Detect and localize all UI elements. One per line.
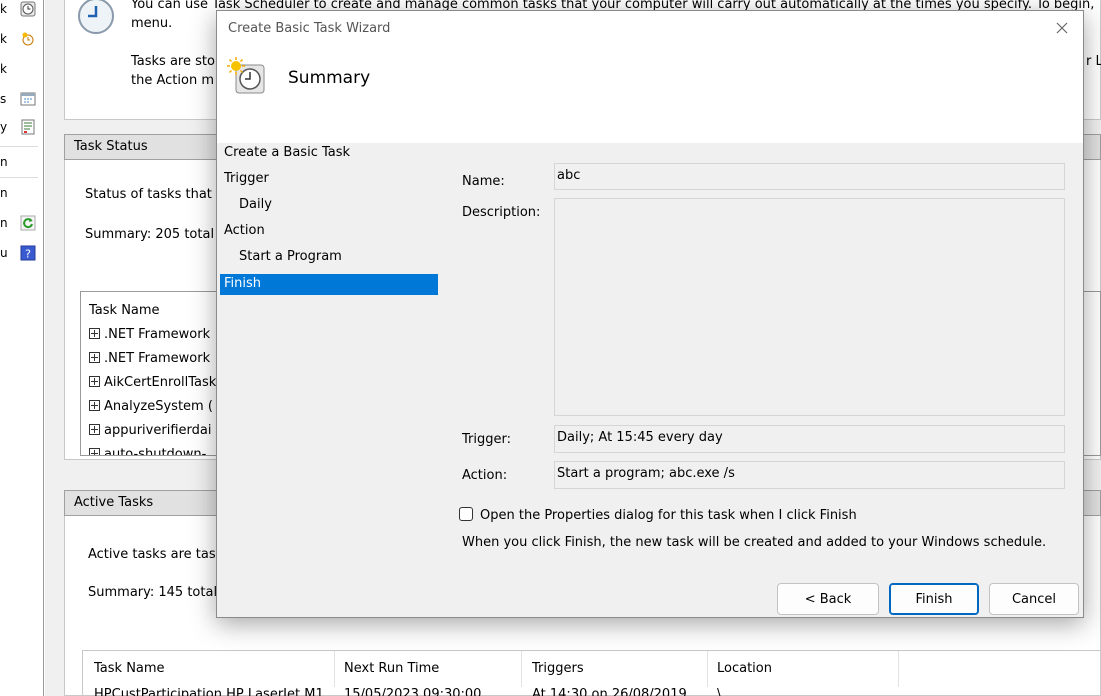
clock-sun-icon	[22, 32, 34, 46]
overview-text-line3: Tasks are stor	[131, 54, 221, 69]
action-item-1[interactable]: k	[0, 0, 44, 20]
action-item-7[interactable]: n	[0, 184, 44, 204]
task-list-header[interactable]: Task Name	[89, 303, 160, 318]
trigger-field: Daily; At 15:45 every day	[554, 425, 1065, 453]
description-field[interactable]	[554, 198, 1065, 416]
divider	[0, 146, 38, 147]
active-tasks-grid[interactable]: Task Name Next Run Time Triggers Locatio…	[82, 650, 1101, 696]
expand-icon[interactable]	[89, 448, 100, 455]
expand-icon[interactable]	[89, 400, 100, 411]
task-list-row[interactable]: AnalyzeSystem (	[89, 399, 213, 414]
trigger-label: Trigger:	[462, 432, 511, 447]
svg-text:?: ?	[25, 248, 31, 261]
wizard-step-action[interactable]: Action	[224, 223, 265, 238]
left-actions-strip: k k k s y n n n u ?	[0, 0, 44, 696]
wizard-step-create-basic-task[interactable]: Create a Basic Task	[224, 145, 350, 160]
action-item-text: k	[0, 2, 7, 16]
action-item-text: n	[0, 155, 8, 169]
expand-icon[interactable]	[89, 376, 100, 387]
action-item-3[interactable]: k	[0, 60, 44, 80]
divider	[0, 177, 38, 178]
open-properties-option[interactable]: Open the Properties dialog for this task…	[459, 507, 857, 523]
column-header-next-run-time[interactable]: Next Run Time	[344, 661, 439, 676]
task-name: .NET Framework	[104, 327, 211, 342]
task-wizard-icon	[227, 57, 265, 94]
overview-text-line2: menu.	[131, 16, 173, 31]
task-list-row[interactable]: .NET Framework	[89, 351, 210, 366]
open-properties-checkbox-label[interactable]: Open the Properties dialog for this task…	[480, 508, 857, 523]
action-item-4[interactable]: s	[0, 90, 44, 110]
calendar-icon	[20, 92, 36, 106]
active-task-next-run[interactable]: 15/05/2023 09:30:00	[344, 687, 481, 696]
wizard-page-heading: Summary	[288, 68, 371, 88]
description-label: Description:	[462, 205, 541, 220]
help-icon: ?	[20, 245, 36, 261]
action-item-text: s	[0, 92, 7, 106]
column-divider[interactable]	[334, 651, 335, 687]
action-item-6[interactable]: n	[0, 153, 44, 173]
action-item-5[interactable]: y	[0, 118, 44, 138]
action-item-text: n	[0, 186, 8, 200]
active-task-trigger[interactable]: At 14:30 on 26/08/2019	[532, 687, 687, 696]
create-basic-task-wizard-dialog[interactable]: Create Basic Task Wizard Summary Create …	[216, 10, 1084, 618]
task-status-summary: Summary: 205 total	[85, 227, 215, 242]
refresh-icon	[20, 215, 36, 231]
action-item-9[interactable]: u ?	[0, 244, 44, 264]
active-task-location[interactable]: \	[717, 687, 721, 696]
expand-icon[interactable]	[89, 424, 100, 435]
dialog-titlebar[interactable]: Create Basic Task Wizard	[217, 11, 1083, 49]
wizard-step-start-a-program[interactable]: Start a Program	[239, 249, 342, 264]
overview-text-line4: the Action m	[131, 73, 214, 88]
action-item-text: y	[0, 120, 8, 134]
task-name: .NET Framework	[104, 351, 211, 366]
name-label: Name:	[462, 174, 505, 189]
name-field: abc	[554, 163, 1065, 190]
task-status-text: Status of tasks that h	[85, 187, 225, 202]
dialog-body: Create a Basic Task Trigger Daily Action…	[217, 143, 1083, 617]
close-icon[interactable]	[1053, 19, 1071, 37]
action-item-text: u	[0, 246, 8, 260]
wizard-step-trigger[interactable]: Trigger	[224, 171, 269, 186]
task-list-row[interactable]: .NET Framework	[89, 327, 210, 342]
expand-icon[interactable]	[89, 352, 100, 363]
task-name: appuriverifierdai	[104, 423, 212, 438]
finish-button[interactable]: Finish	[889, 583, 979, 615]
task-name: AikCertEnrollTask	[104, 375, 217, 390]
task-name: auto-shutdown-	[104, 447, 207, 456]
column-divider[interactable]	[898, 651, 899, 687]
active-tasks-description: Active tasks are task	[88, 547, 224, 562]
action-item-text: k	[0, 32, 7, 46]
task-list-row[interactable]: auto-shutdown-	[89, 447, 207, 456]
active-task-name[interactable]: HPCustParticipation HP LaserJet M1	[94, 687, 324, 696]
open-properties-checkbox[interactable]	[459, 507, 473, 521]
action-item-8[interactable]: n	[0, 214, 44, 234]
back-button[interactable]: < Back	[777, 583, 879, 615]
wizard-step-daily[interactable]: Daily	[239, 197, 272, 212]
column-divider[interactable]	[521, 651, 522, 687]
finish-note: When you click Finish, the new task will…	[462, 535, 1047, 550]
action-field: Start a program; abc.exe /s	[554, 461, 1065, 489]
dialog-title: Create Basic Task Wizard	[228, 21, 391, 36]
column-header-triggers[interactable]: Triggers	[532, 661, 584, 676]
action-item-text: k	[0, 62, 7, 76]
properties-icon	[21, 119, 35, 135]
task-name: AnalyzeSystem (	[104, 399, 213, 414]
column-divider[interactable]	[707, 651, 708, 687]
cancel-button[interactable]: Cancel	[989, 583, 1079, 615]
action-item-2[interactable]: k	[0, 30, 44, 50]
clock-icon	[20, 1, 36, 17]
wizard-step-finish[interactable]: Finish	[220, 274, 438, 295]
expand-icon[interactable]	[89, 328, 100, 339]
overview-text-line3-right: r Li	[1086, 54, 1101, 69]
active-tasks-summary: Summary: 145 total	[88, 585, 218, 600]
dialog-header: Summary	[217, 49, 1083, 143]
task-scheduler-clock-icon	[78, 0, 114, 34]
task-list-row[interactable]: AikCertEnrollTask	[89, 375, 216, 390]
action-item-text: n	[0, 216, 8, 230]
action-label: Action:	[462, 468, 508, 483]
column-header-location[interactable]: Location	[717, 661, 772, 676]
task-list-row[interactable]: appuriverifierdai	[89, 423, 211, 438]
column-header-task-name[interactable]: Task Name	[94, 661, 165, 676]
